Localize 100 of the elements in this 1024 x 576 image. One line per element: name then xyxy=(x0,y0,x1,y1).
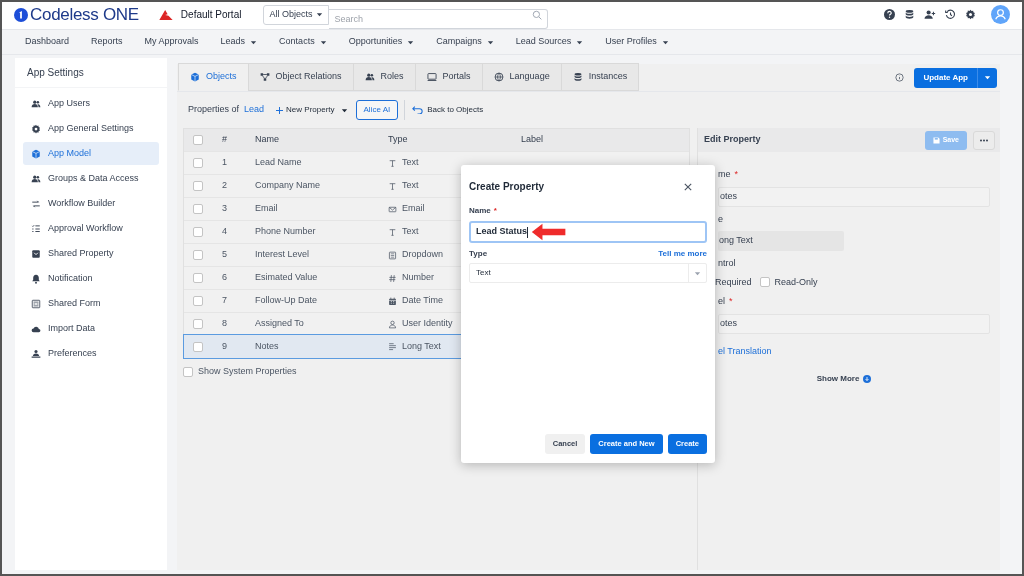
table-cell: Dropdown xyxy=(402,248,444,262)
update-app-button[interactable]: Update App xyxy=(914,67,997,88)
users-icon xyxy=(364,72,375,82)
bell-icon xyxy=(31,273,41,284)
scope-dropdown[interactable]: All Objects xyxy=(263,4,330,25)
table-cell-text: Assigned To xyxy=(255,317,305,331)
nav-link[interactable]: Lead Sources xyxy=(515,35,584,49)
field-label: e xyxy=(718,212,723,226)
table-cell-text: 8 xyxy=(222,317,228,331)
checkbox[interactable] xyxy=(193,158,203,168)
avatar-icon[interactable] xyxy=(991,5,1010,24)
search-icon[interactable] xyxy=(532,9,543,20)
field-label: me xyxy=(718,168,731,181)
text-field[interactable]: otes xyxy=(718,313,990,334)
help-icon[interactable] xyxy=(884,9,895,20)
tab[interactable]: Objects xyxy=(178,63,249,91)
column-header: Label xyxy=(521,133,545,147)
sidebar-item[interactable]: Shared Form xyxy=(23,292,159,315)
info-icon[interactable] xyxy=(895,73,905,82)
table-cell-text: 4 xyxy=(222,225,228,239)
checkbox[interactable] xyxy=(193,319,203,329)
sidebar-item[interactable]: Workflow Builder xyxy=(23,192,159,215)
tab[interactable]: Language xyxy=(481,63,562,91)
nav-link[interactable]: User Profiles xyxy=(605,35,669,49)
caret-icon xyxy=(250,38,258,46)
nav-link[interactable]: Leads xyxy=(220,35,258,49)
checkbox-label: Show System Properties xyxy=(198,365,297,378)
nav-link[interactable]: Dashboard xyxy=(25,35,70,49)
checkbox[interactable] xyxy=(183,366,193,377)
sidebar-item[interactable]: App Model xyxy=(23,142,159,165)
back-button[interactable]: Back to Objects xyxy=(412,104,484,116)
caret-icon xyxy=(984,74,991,81)
table-cell-text: 7 xyxy=(222,294,228,308)
users-icon xyxy=(31,98,41,109)
tab[interactable]: Instances xyxy=(560,63,640,91)
checkbox[interactable] xyxy=(193,341,203,352)
more-icon xyxy=(979,138,989,142)
sidebar-item[interactable]: Shared Property xyxy=(23,242,159,265)
table-cell: Text xyxy=(402,156,419,170)
square-icon xyxy=(31,248,41,259)
tab[interactable]: Roles xyxy=(352,63,416,91)
text-field[interactable]: otes xyxy=(718,186,990,207)
table-cell-text: 1 xyxy=(222,156,228,170)
type-dropdown[interactable]: Text xyxy=(469,263,707,283)
checkbox-label: Required xyxy=(715,275,752,289)
table-cell: User Identity xyxy=(402,317,453,331)
nav-link[interactable]: Reports xyxy=(91,35,123,49)
field-label: Type xyxy=(469,248,488,260)
tab[interactable]: Object Relations xyxy=(247,63,354,91)
search-field[interactable]: Search xyxy=(329,8,549,29)
panel-title: Edit Property xyxy=(704,133,761,147)
database-icon xyxy=(572,72,583,82)
add-user-icon[interactable] xyxy=(924,9,936,20)
nav-link[interactable]: Campaigns xyxy=(436,35,494,49)
checkbox[interactable] xyxy=(193,227,203,237)
table-cell-text: Phone Number xyxy=(255,225,317,239)
checkbox[interactable] xyxy=(193,181,203,191)
name-field[interactable]: Lead Status xyxy=(469,221,707,243)
sidebar-item[interactable]: Groups & Data Access xyxy=(23,167,159,190)
table-cell-text: Lead Name xyxy=(255,156,303,170)
floppy-icon xyxy=(932,136,940,144)
nav-link[interactable]: My Approvals xyxy=(144,35,199,49)
portal-name[interactable]: Default Portal xyxy=(180,7,242,22)
translation-link[interactable]: el Translation xyxy=(718,344,990,358)
required-mark: * xyxy=(493,205,497,217)
sidebar-item[interactable]: Notification xyxy=(23,267,159,290)
more-button[interactable] xyxy=(973,130,995,150)
table-cell-text: Follow-Up Date xyxy=(255,294,319,308)
settings-icon[interactable] xyxy=(965,9,976,20)
checkbox[interactable] xyxy=(193,204,203,214)
history-icon[interactable] xyxy=(945,9,956,20)
sidebar-item[interactable]: Preferences xyxy=(23,342,159,365)
text-type-icon xyxy=(388,181,397,191)
sidebar-item[interactable]: App Users xyxy=(23,92,159,115)
arrows-icon xyxy=(31,198,41,209)
sidebar-item[interactable]: Import Data xyxy=(23,317,159,340)
table-cell-text: Interest Level xyxy=(255,248,311,262)
sidebar-item[interactable]: Approval Workflow xyxy=(23,217,159,240)
column-header: # xyxy=(222,133,228,147)
plus-icon xyxy=(276,106,284,114)
caret-icon xyxy=(407,38,415,46)
checkbox[interactable] xyxy=(193,135,203,145)
globe-icon xyxy=(493,72,504,82)
checkbox[interactable] xyxy=(193,250,203,260)
database-icon[interactable] xyxy=(904,9,915,20)
checkbox[interactable] xyxy=(759,277,770,288)
sidebar-item[interactable]: App General Settings xyxy=(23,117,159,140)
sidebar-title: App Settings xyxy=(15,58,167,88)
checkbox[interactable] xyxy=(193,273,203,283)
text-type-icon xyxy=(388,227,397,237)
alice-ai-button[interactable]: Alice AI xyxy=(355,100,399,120)
nav-link[interactable]: Opportunities xyxy=(348,35,415,49)
close-icon[interactable] xyxy=(684,182,692,191)
show-more-button[interactable]: Show More xyxy=(816,373,872,385)
checkbox[interactable] xyxy=(193,296,203,306)
table-cell-text: 6 xyxy=(222,271,228,285)
nav-link[interactable]: Contacts xyxy=(279,35,327,49)
object-link[interactable]: Lead xyxy=(244,103,265,117)
tab[interactable]: Portals xyxy=(414,63,483,91)
new-property-button[interactable]: New Property xyxy=(276,104,348,116)
